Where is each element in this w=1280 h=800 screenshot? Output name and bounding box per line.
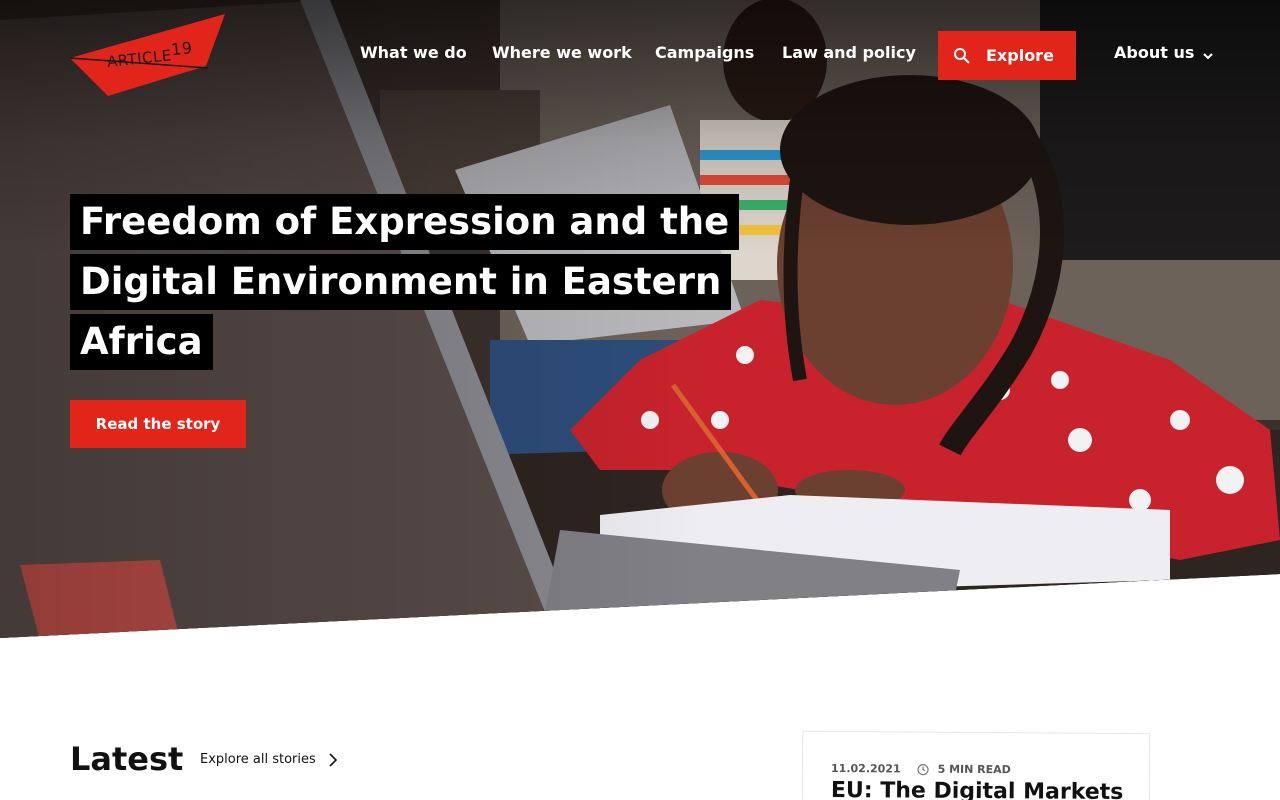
headline-line-2: Digital Environment in Eastern bbox=[70, 254, 732, 310]
card-title: EU: The Digital Markets bbox=[830, 777, 1124, 800]
nav-law-and-policy[interactable]: Law and policy bbox=[782, 43, 916, 62]
clock-icon bbox=[917, 763, 929, 775]
nav-campaigns[interactable]: Campaigns bbox=[655, 43, 754, 62]
headline-line-1: Freedom of Expression and the bbox=[70, 194, 740, 250]
explore-all-label: Explore all stories bbox=[200, 752, 316, 767]
story-card[interactable]: 11.02.2021 5 MIN READ EU: The Digital Ma… bbox=[801, 730, 1151, 800]
nav-what-we-do[interactable]: What we do bbox=[360, 43, 467, 62]
chevron-right-icon bbox=[328, 752, 338, 767]
explore-button[interactable]: Explore bbox=[938, 31, 1076, 80]
headline-line-3: Africa bbox=[70, 314, 213, 370]
hero-headline: Freedom of Expression and the Digital En… bbox=[70, 194, 740, 374]
search-icon bbox=[953, 47, 971, 65]
main-nav: What we do Where we work Campaigns Law a… bbox=[0, 30, 1280, 80]
latest-heading: Latest bbox=[70, 740, 184, 778]
card-meta: 11.02.2021 5 MIN READ bbox=[831, 762, 1011, 776]
explore-label: Explore bbox=[986, 46, 1054, 65]
about-us-label: About us bbox=[1114, 43, 1195, 62]
chevron-down-icon bbox=[1202, 47, 1214, 59]
card-read-time: 5 MIN READ bbox=[937, 762, 1011, 777]
about-us-menu[interactable]: About us bbox=[1114, 43, 1214, 62]
explore-all-stories-link[interactable]: Explore all stories bbox=[200, 752, 338, 767]
card-date: 11.02.2021 bbox=[831, 761, 901, 776]
nav-where-we-work[interactable]: Where we work bbox=[492, 43, 632, 62]
read-the-story-button[interactable]: Read the story bbox=[70, 400, 246, 448]
